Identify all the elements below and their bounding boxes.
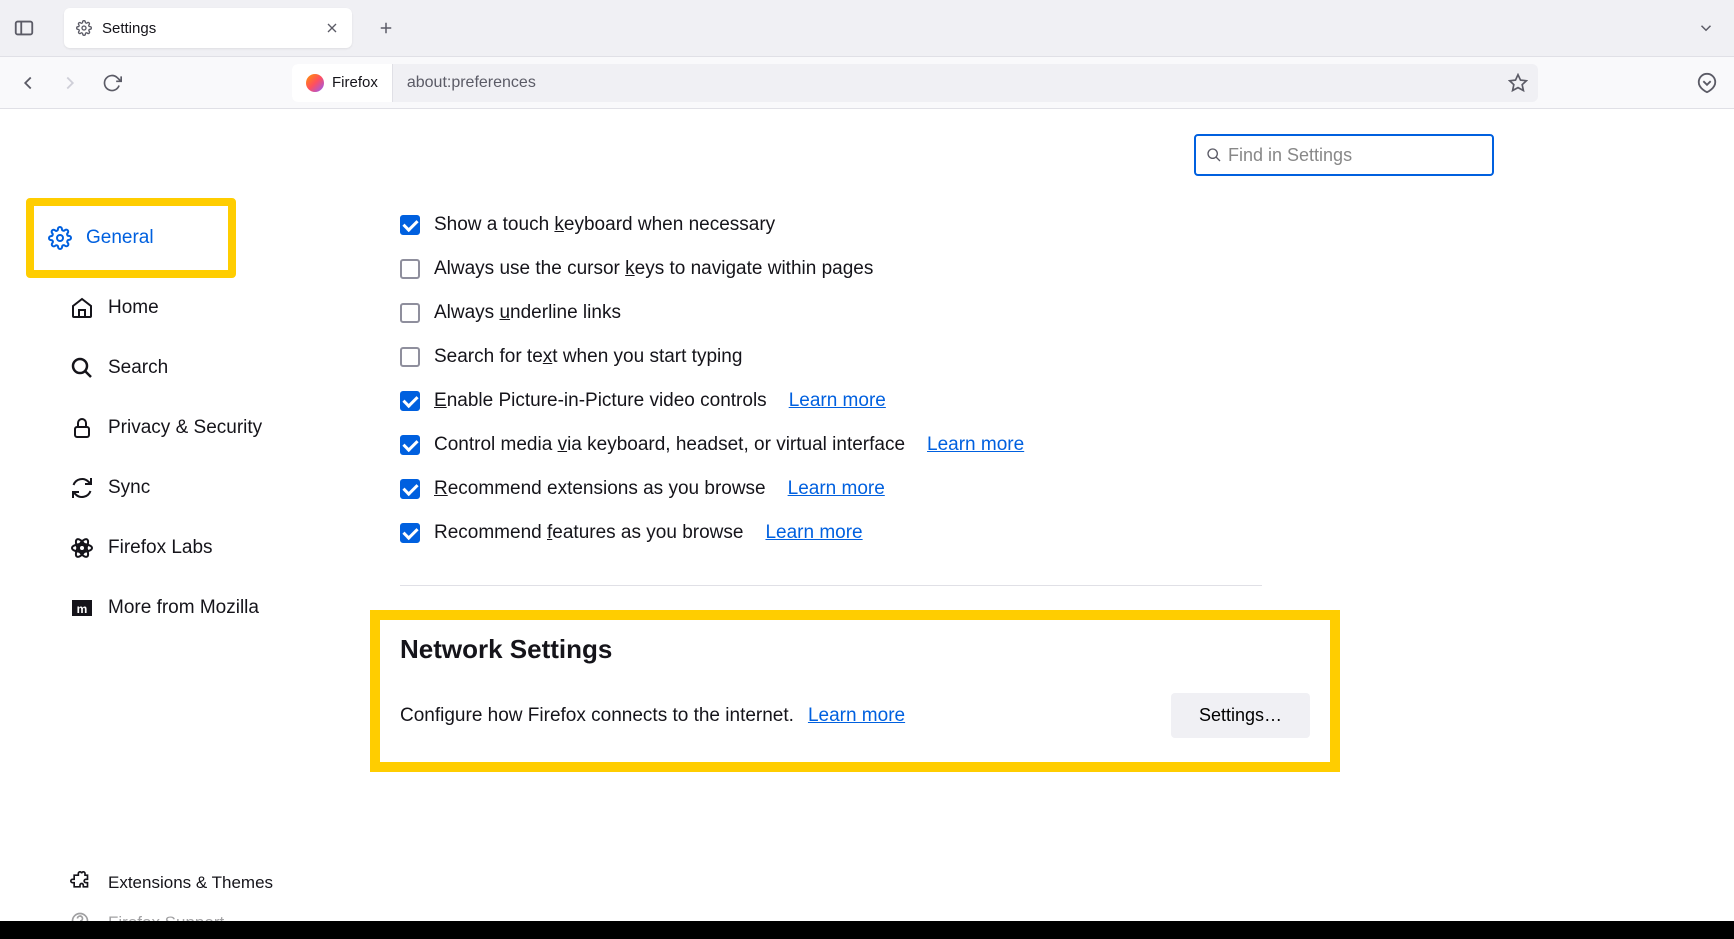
tabs-dropdown-icon[interactable] [1690, 12, 1722, 44]
option-row: Always underline links [400, 291, 1504, 335]
search-icon [70, 356, 94, 380]
option-row: Recommend extensions as you browse Learn … [400, 467, 1504, 511]
search-icon [1206, 147, 1222, 163]
category-label: General [86, 227, 154, 249]
tab-strip: Settings [0, 0, 1734, 57]
main-pane: Show a touch keyboard when necessary Alwa… [370, 110, 1734, 939]
checkbox[interactable] [400, 523, 420, 543]
extensions-themes-link[interactable]: Extensions & Themes [50, 859, 320, 907]
highlight-general: General [26, 198, 236, 278]
option-row: Always use the cursor keys to navigate w… [400, 247, 1504, 291]
category-sync[interactable]: Sync [50, 462, 320, 514]
sidebar-toggle-icon[interactable] [12, 16, 36, 40]
home-icon [70, 296, 94, 320]
network-learn-more-link[interactable]: Learn more [808, 705, 905, 727]
categories-sidebar: General Home Search Privacy & Security [0, 110, 370, 939]
tab-title: Settings [102, 20, 314, 37]
checkbox[interactable] [400, 479, 420, 499]
network-settings-row: Configure how Firefox connects to the in… [400, 693, 1310, 738]
close-icon[interactable] [324, 20, 340, 36]
learn-more-link[interactable]: Learn more [765, 522, 862, 544]
option-label[interactable]: Always underline links [434, 302, 621, 324]
category-privacy[interactable]: Privacy & Security [50, 402, 320, 454]
category-label: Firefox Labs [108, 537, 213, 559]
preferences-content: General Home Search Privacy & Security [0, 110, 1734, 939]
new-tab-button[interactable] [370, 12, 402, 44]
learn-more-link[interactable]: Learn more [789, 390, 886, 412]
footer-label: Extensions & Themes [108, 873, 273, 893]
lock-icon [70, 416, 94, 440]
category-labs[interactable]: Firefox Labs [50, 522, 320, 574]
search-box[interactable] [1194, 134, 1494, 176]
checkbox[interactable] [400, 303, 420, 323]
checkbox[interactable] [400, 347, 420, 367]
pocket-icon[interactable] [1696, 72, 1718, 94]
option-label[interactable]: Recommend features as you browse [434, 522, 743, 544]
network-settings-button[interactable]: Settings… [1171, 693, 1310, 738]
url-bar[interactable]: Firefox about:preferences [292, 64, 1538, 102]
gear-icon [48, 226, 72, 250]
checkbox[interactable] [400, 215, 420, 235]
option-row: Control media via keyboard, headset, or … [400, 423, 1504, 467]
option-label[interactable]: Control media via keyboard, headset, or … [434, 434, 905, 456]
option-label[interactable]: Recommend extensions as you browse [434, 478, 766, 500]
category-label: Search [108, 357, 168, 379]
gear-icon [76, 20, 92, 36]
network-desc-text: Configure how Firefox connects to the in… [400, 705, 794, 727]
identity-label: Firefox [332, 74, 378, 91]
option-label[interactable]: Always use the cursor keys to navigate w… [434, 258, 873, 280]
url-text: about:preferences [393, 74, 1508, 92]
bookmark-star-icon[interactable] [1508, 73, 1528, 93]
browsing-options: Show a touch keyboard when necessary Alwa… [400, 210, 1504, 555]
search-input[interactable] [1228, 145, 1482, 166]
firefox-logo-icon [306, 74, 324, 92]
network-settings-heading: Network Settings [400, 634, 1310, 665]
category-label: More from Mozilla [108, 597, 259, 619]
checkbox[interactable] [400, 435, 420, 455]
reload-button[interactable] [100, 71, 124, 95]
option-row: Search for text when you start typing [400, 335, 1504, 379]
back-button[interactable] [16, 71, 40, 95]
nav-toolbar: Firefox about:preferences [0, 57, 1734, 109]
option-row: Recommend features as you browse Learn mo… [400, 511, 1504, 555]
category-home[interactable]: Home [50, 282, 320, 334]
category-general[interactable]: General [34, 206, 228, 270]
option-row: Enable Picture-in-Picture video controls… [400, 379, 1504, 423]
bottom-bar [0, 921, 1734, 939]
section-divider [400, 585, 1262, 586]
sync-icon [70, 476, 94, 500]
forward-button[interactable] [58, 71, 82, 95]
option-label[interactable]: Enable Picture-in-Picture video controls [434, 390, 767, 412]
category-label: Home [108, 297, 159, 319]
category-label: Privacy & Security [108, 417, 262, 439]
category-more-mozilla[interactable]: m More from Mozilla [50, 582, 320, 634]
puzzle-icon [70, 871, 94, 895]
highlight-network-settings: Network Settings Configure how Firefox c… [370, 610, 1340, 772]
browser-tab[interactable]: Settings [64, 8, 352, 48]
checkbox[interactable] [400, 259, 420, 279]
labs-icon [70, 536, 94, 560]
find-in-settings [1194, 134, 1494, 176]
option-row: Show a touch keyboard when necessary [400, 210, 1504, 247]
learn-more-link[interactable]: Learn more [788, 478, 885, 500]
checkbox[interactable] [400, 391, 420, 411]
learn-more-link[interactable]: Learn more [927, 434, 1024, 456]
option-label[interactable]: Search for text when you start typing [434, 346, 742, 368]
identity-box[interactable]: Firefox [292, 64, 393, 102]
category-search[interactable]: Search [50, 342, 320, 394]
category-label: Sync [108, 477, 150, 499]
mozilla-icon: m [70, 596, 94, 620]
option-label[interactable]: Show a touch keyboard when necessary [434, 214, 775, 236]
svg-text:m: m [77, 602, 88, 616]
